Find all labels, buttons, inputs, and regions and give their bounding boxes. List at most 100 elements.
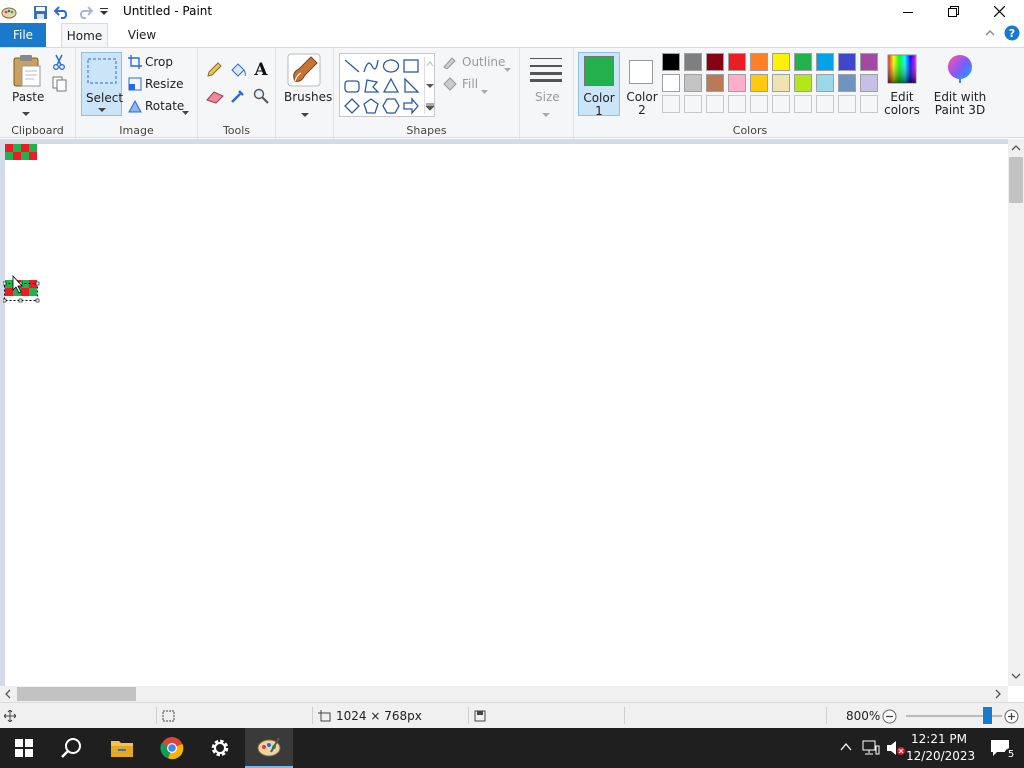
eraser-icon[interactable]	[206, 90, 224, 107]
close-button[interactable]	[976, 0, 1022, 23]
palette-swatch[interactable]	[750, 53, 768, 71]
collapse-ribbon-icon[interactable]	[984, 27, 996, 42]
custom-color-slot[interactable]	[772, 95, 790, 113]
search-button[interactable]	[48, 728, 96, 768]
brushes-dropdown-icon[interactable]	[301, 107, 309, 121]
redo-icon[interactable]	[76, 3, 94, 21]
copy-icon[interactable]	[52, 76, 68, 95]
shapes-gallery-scroll[interactable]	[424, 57, 434, 114]
text-icon[interactable]: A	[253, 60, 269, 81]
scroll-down-arrow-icon[interactable]	[1011, 673, 1021, 680]
vertical-scrollbar[interactable]	[1008, 139, 1024, 686]
triangle-shape-icon[interactable]	[382, 77, 400, 95]
zoom-in-icon[interactable]	[1004, 709, 1019, 724]
rectangle-shape-icon[interactable]	[402, 57, 420, 75]
palette-swatch[interactable]	[860, 74, 878, 92]
palette-swatch[interactable]	[794, 74, 812, 92]
start-button[interactable]	[0, 728, 48, 768]
crop-button[interactable]: Crop	[145, 55, 173, 69]
paint3d-line1[interactable]: Edit with	[926, 90, 994, 104]
custom-color-slot[interactable]	[750, 95, 768, 113]
select-button[interactable]: Select	[81, 52, 123, 116]
restore-button[interactable]	[930, 0, 976, 23]
volume-muted-icon[interactable]	[886, 740, 906, 756]
paste-dropdown-icon[interactable]	[22, 106, 30, 120]
size-button[interactable]: Size	[535, 90, 560, 104]
oval-shape-icon[interactable]	[382, 57, 400, 75]
custom-color-slot[interactable]	[860, 95, 878, 113]
custom-color-slot[interactable]	[816, 95, 834, 113]
rotate-button[interactable]: Rotate	[145, 99, 184, 113]
outline-dropdown-icon[interactable]	[504, 61, 511, 75]
scroll-down-icon[interactable]	[426, 83, 434, 89]
line-shape-icon[interactable]	[343, 57, 361, 75]
palette-swatch[interactable]	[728, 53, 746, 71]
show-hidden-icons-icon[interactable]	[840, 742, 852, 752]
color1-button[interactable]: Color 1	[578, 52, 620, 118]
zoom-slider-thumb[interactable]	[983, 707, 992, 724]
palette-swatch[interactable]	[772, 53, 790, 71]
palette-swatch[interactable]	[750, 74, 768, 92]
color-picker-icon[interactable]	[230, 88, 246, 107]
diamond-shape-icon[interactable]	[343, 97, 361, 115]
right-arrow-shape-icon[interactable]	[402, 97, 420, 115]
taskbar-date[interactable]: 12/20/2023	[906, 749, 975, 763]
selected-pattern-drawing[interactable]	[3, 274, 43, 304]
scroll-left-arrow-icon[interactable]	[4, 689, 11, 699]
tab-file[interactable]: File	[0, 23, 46, 47]
size-dropdown-icon[interactable]	[542, 107, 550, 121]
vertical-scroll-thumb[interactable]	[1009, 157, 1023, 203]
edit-colors-icon[interactable]	[887, 54, 917, 87]
paint3d-line2[interactable]: Paint 3D	[926, 103, 994, 117]
brushes-button[interactable]: Brushes	[284, 90, 332, 104]
palette-swatch[interactable]	[838, 74, 856, 92]
paste-icon[interactable]	[12, 54, 42, 91]
palette-swatch[interactable]	[860, 53, 878, 71]
drawing-canvas[interactable]	[3, 144, 1008, 686]
settings-button[interactable]	[196, 728, 244, 768]
magnifier-icon[interactable]	[253, 88, 269, 107]
palette-swatch[interactable]	[684, 74, 702, 92]
paint-taskbar-button[interactable]	[245, 728, 293, 768]
action-center-button[interactable]: 5	[976, 728, 1024, 768]
palette-swatch[interactable]	[728, 74, 746, 92]
polygon-shape-icon[interactable]	[362, 77, 380, 95]
palette-swatch[interactable]	[816, 74, 834, 92]
help-icon[interactable]: ?	[1004, 25, 1020, 44]
paste-button[interactable]: Paste	[12, 90, 44, 104]
fill-bucket-icon[interactable]	[229, 62, 247, 81]
scroll-up-icon[interactable]	[426, 61, 434, 67]
resize-button[interactable]: Resize	[145, 77, 183, 91]
custom-color-slot[interactable]	[794, 95, 812, 113]
horizontal-scrollbar[interactable]	[0, 686, 1008, 702]
zoom-out-icon[interactable]	[882, 709, 897, 724]
taskbar-time[interactable]: 12:21 PM	[906, 732, 972, 746]
pentagon-shape-icon[interactable]	[362, 97, 380, 115]
custom-color-slot[interactable]	[662, 95, 680, 113]
hexagon-shape-icon[interactable]	[382, 97, 400, 115]
palette-swatch[interactable]	[838, 53, 856, 71]
rounded-rectangle-shape-icon[interactable]	[343, 77, 361, 95]
curve-shape-icon[interactable]	[362, 57, 380, 75]
expand-gallery-icon[interactable]	[426, 103, 434, 111]
palette-swatch[interactable]	[684, 53, 702, 71]
undo-icon[interactable]	[53, 3, 71, 21]
palette-swatch[interactable]	[772, 74, 790, 92]
palette-swatch[interactable]	[816, 53, 834, 71]
color2-button[interactable]: Color 2	[622, 52, 662, 117]
file-explorer-button[interactable]	[98, 728, 146, 768]
cut-icon[interactable]	[52, 54, 66, 73]
palette-swatch[interactable]	[662, 74, 680, 92]
palette-swatch[interactable]	[794, 53, 812, 71]
custom-color-slot[interactable]	[706, 95, 724, 113]
scroll-right-arrow-icon[interactable]	[995, 689, 1002, 699]
minimize-button[interactable]	[885, 0, 931, 23]
fill-button[interactable]: Fill	[462, 77, 478, 91]
outline-button[interactable]: Outline	[462, 55, 505, 69]
paint3d-icon[interactable]	[946, 54, 974, 87]
scroll-up-arrow-icon[interactable]	[1011, 144, 1021, 151]
customize-toolbar-icon[interactable]	[95, 3, 113, 21]
palette-swatch[interactable]	[706, 53, 724, 71]
palette-swatch[interactable]	[662, 53, 680, 71]
save-icon[interactable]	[31, 3, 49, 21]
